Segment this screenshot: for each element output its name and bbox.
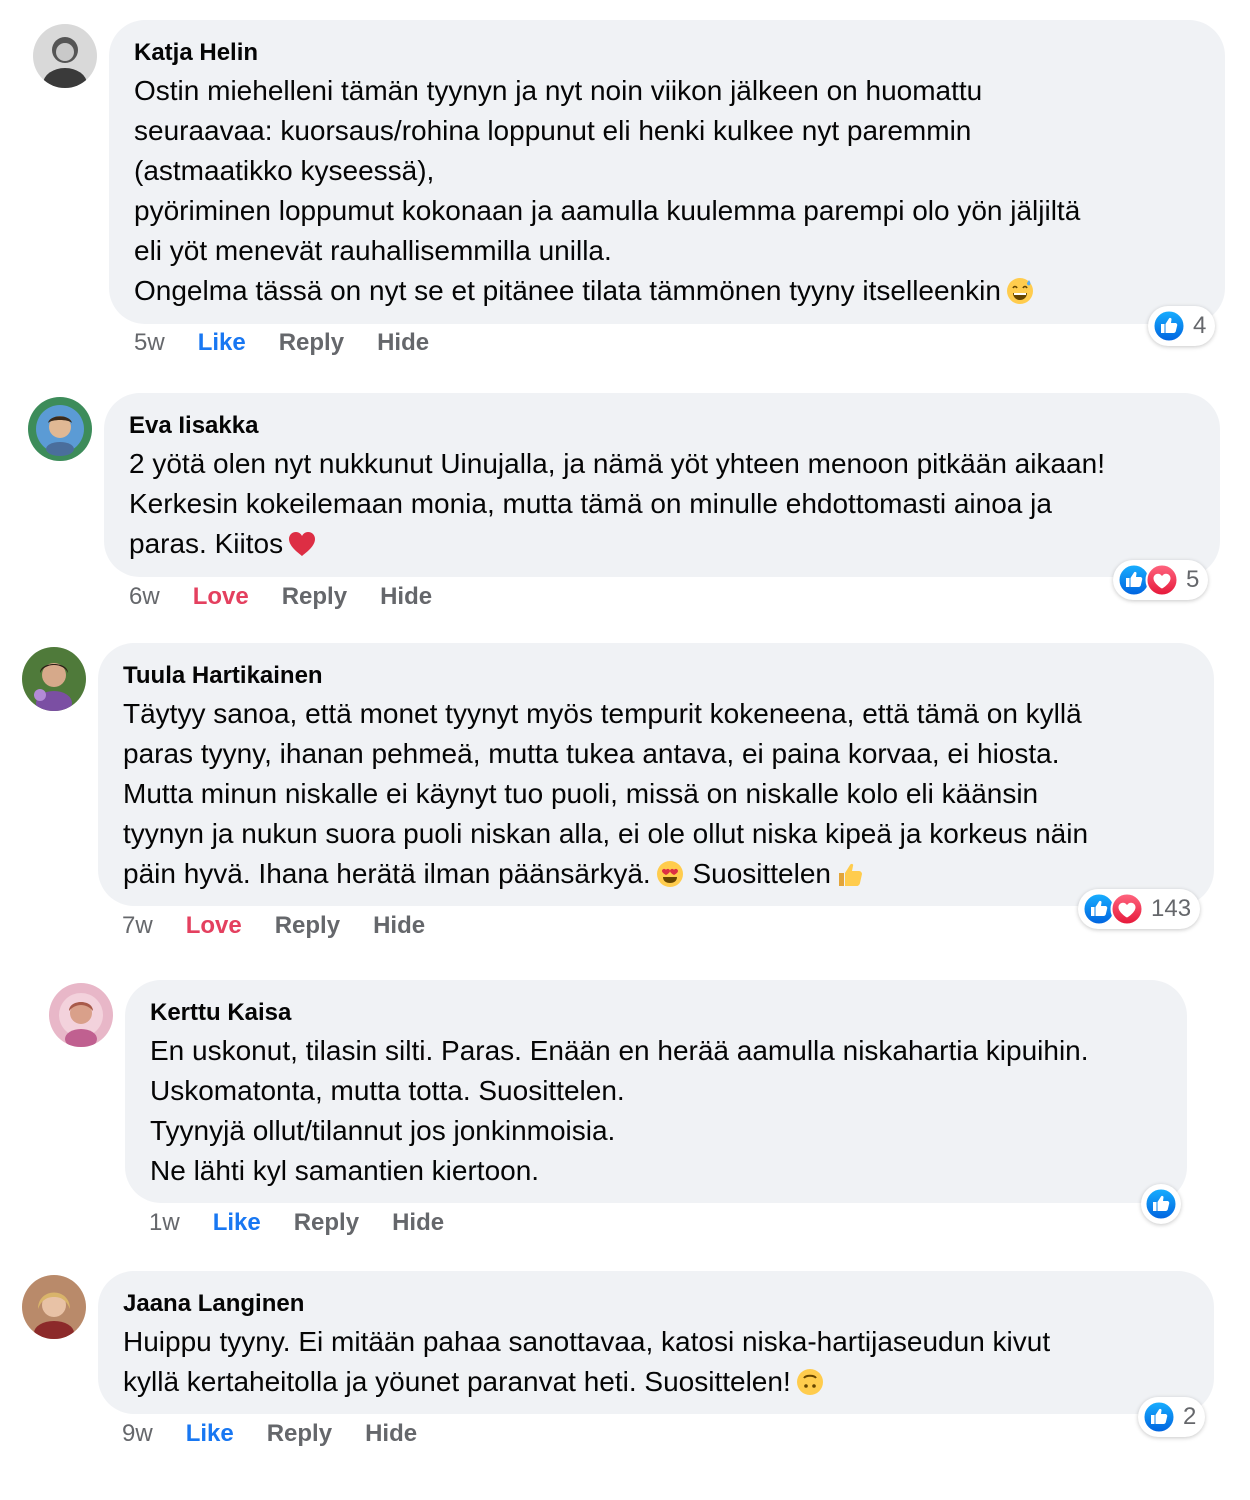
timestamp[interactable]: 9w (122, 1419, 153, 1449)
comment-text: Huippu tyyny. Ei mitään pahaa sanottavaa… (123, 1322, 1190, 1402)
like-button[interactable]: Like (198, 328, 246, 358)
comment-text: Täytyy sanoa, että monet tyynyt myös tem… (123, 694, 1190, 894)
red-heart-emoji (287, 529, 317, 559)
comment-body: Täytyy sanoa, että monet tyynyt myös tem… (123, 698, 1089, 889)
avatar[interactable] (22, 647, 86, 711)
heart-eyes-emoji (655, 859, 685, 889)
hide-button[interactable]: Hide (392, 1208, 444, 1238)
comment-bubble: Eva Iisakka 2 yötä olen nyt nukkunut Uin… (104, 393, 1220, 577)
avatar[interactable] (28, 397, 92, 461)
timestamp[interactable]: 6w (129, 582, 160, 612)
commenter-name[interactable]: Eva Iisakka (129, 411, 1196, 441)
comment-actions: 5w Like Reply Hide (134, 328, 429, 358)
reaction-count: 143 (1151, 895, 1192, 922)
love-button[interactable]: Love (186, 911, 242, 941)
reaction-count: 5 (1186, 566, 1200, 593)
thumbs-up-emoji (835, 859, 865, 889)
comment-actions: 7w Love Reply Hide (122, 911, 425, 941)
love-button[interactable]: Love (193, 582, 249, 612)
reply-button[interactable]: Reply (294, 1208, 359, 1238)
love-icon (1145, 563, 1179, 597)
like-button[interactable]: Like (213, 1208, 261, 1238)
hide-button[interactable]: Hide (365, 1419, 417, 1449)
reply-button[interactable]: Reply (279, 328, 344, 358)
comment-text: En uskonut, tilasin silti. Paras. Enään … (150, 1035, 1089, 1186)
commenter-name[interactable]: Jaana Langinen (123, 1289, 1190, 1319)
comment-text: 2 yötä olen nyt nukkunut Uinujalla, ja n… (129, 444, 1196, 564)
timestamp[interactable]: 1w (149, 1208, 180, 1238)
comment-bubble: Katja Helin Ostin miehelleni tämän tyyny… (109, 20, 1225, 324)
like-icon (1142, 1400, 1176, 1434)
upside-down-face-emoji (795, 1367, 825, 1397)
reaction-count: 4 (1193, 312, 1207, 339)
comment-body-tail: Suosittelen (692, 858, 831, 889)
reaction-summary[interactable]: 5 (1113, 560, 1209, 600)
reaction-summary[interactable]: 2 (1138, 1397, 1206, 1437)
like-icon (1152, 309, 1186, 343)
comment-actions: 9w Like Reply Hide (122, 1419, 417, 1449)
grinning-sweat-emoji (1005, 276, 1035, 306)
hide-button[interactable]: Hide (377, 328, 429, 358)
reaction-count: 2 (1183, 1403, 1197, 1430)
like-icon (1144, 1187, 1178, 1221)
hide-button[interactable]: Hide (373, 911, 425, 941)
reaction-summary[interactable]: 4 (1148, 306, 1216, 346)
avatar[interactable] (33, 24, 97, 88)
comment-text: Ostin miehelleni tämän tyynyn ja nyt noi… (134, 71, 1201, 311)
commenter-name[interactable]: Tuula Hartikainen (123, 661, 1190, 691)
avatar[interactable] (49, 983, 113, 1047)
reply-button[interactable]: Reply (282, 582, 347, 612)
reply-button[interactable]: Reply (275, 911, 340, 941)
comment-body: 2 yötä olen nyt nukkunut Uinujalla, ja n… (129, 448, 1105, 559)
comment-bubble: Jaana Langinen Huippu tyyny. Ei mitään p… (98, 1271, 1214, 1414)
timestamp[interactable]: 7w (122, 911, 153, 941)
comment-body: Huippu tyyny. Ei mitään pahaa sanottavaa… (123, 1326, 1051, 1397)
comment-actions: 1w Like Reply Hide (149, 1208, 444, 1238)
comment-bubble: Tuula Hartikainen Täytyy sanoa, että mon… (98, 643, 1214, 906)
timestamp[interactable]: 5w (134, 328, 165, 358)
hide-button[interactable]: Hide (380, 582, 432, 612)
comment-body: Ostin miehelleni tämän tyynyn ja nyt noi… (134, 75, 1081, 306)
reaction-summary[interactable] (1141, 1184, 1181, 1224)
avatar[interactable] (22, 1275, 86, 1339)
commenter-name[interactable]: Katja Helin (134, 38, 1201, 68)
reaction-summary[interactable]: 143 (1078, 889, 1201, 929)
comment-bubble: Kerttu Kaisa En uskonut, tilasin silti. … (125, 980, 1187, 1203)
like-button[interactable]: Like (186, 1419, 234, 1449)
love-icon (1110, 892, 1144, 926)
comment-actions: 6w Love Reply Hide (129, 582, 432, 612)
reply-button[interactable]: Reply (267, 1419, 332, 1449)
commenter-name[interactable]: Kerttu Kaisa (150, 998, 1163, 1028)
